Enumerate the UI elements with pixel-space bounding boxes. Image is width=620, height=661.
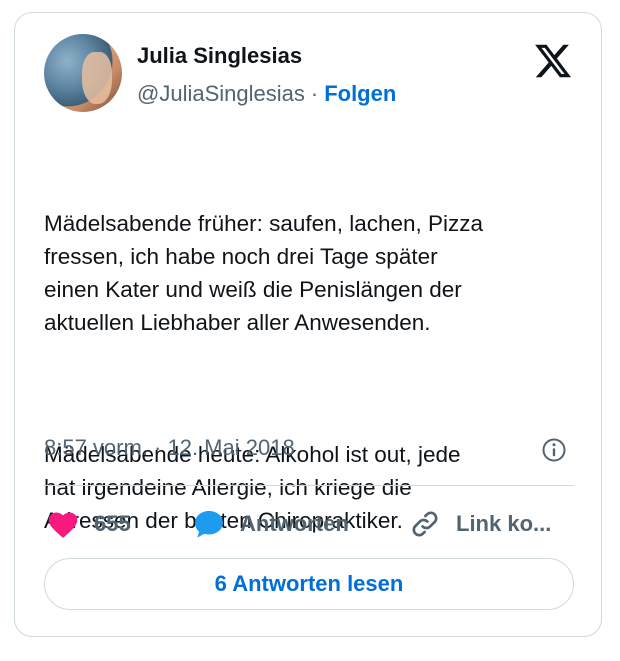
reply-label: Antworten — [240, 511, 349, 536]
handle-row: @JuliaSinglesias · Folgen — [137, 81, 396, 107]
divider — [44, 485, 574, 486]
speech-bubble-icon — [195, 511, 223, 538]
link-icon — [412, 511, 438, 537]
reply-button[interactable]: Antworten — [192, 507, 349, 541]
heart-icon — [48, 512, 78, 538]
copy-link-label: Link ko... — [456, 511, 552, 536]
like-button[interactable]: 655 — [46, 507, 131, 541]
read-replies-label: 6 Antworten lesen — [214, 571, 404, 596]
read-replies-button[interactable]: 6 Antworten lesen — [44, 558, 574, 610]
avatar[interactable] — [44, 34, 122, 112]
copy-link-button[interactable]: Link ko... — [408, 507, 551, 541]
separator-dot: · — [310, 81, 319, 106]
tweet-card: Julia Singlesias @JuliaSinglesias · Folgen… — [14, 12, 602, 637]
timestamp-link[interactable]: 8:57 vorm. · 12. Mai 2018 — [44, 435, 295, 461]
follow-link[interactable]: Folgen — [324, 81, 396, 106]
like-count: 655 — [94, 511, 131, 536]
info-icon[interactable] — [541, 437, 567, 463]
tweet-paragraph-1: Mädelsabende früher: saufen, lachen, Piz… — [44, 211, 484, 335]
author-handle[interactable]: @JuliaSinglesias — [137, 81, 305, 106]
author-name[interactable]: Julia Singlesias — [137, 43, 302, 69]
x-logo-icon[interactable] — [533, 41, 573, 81]
